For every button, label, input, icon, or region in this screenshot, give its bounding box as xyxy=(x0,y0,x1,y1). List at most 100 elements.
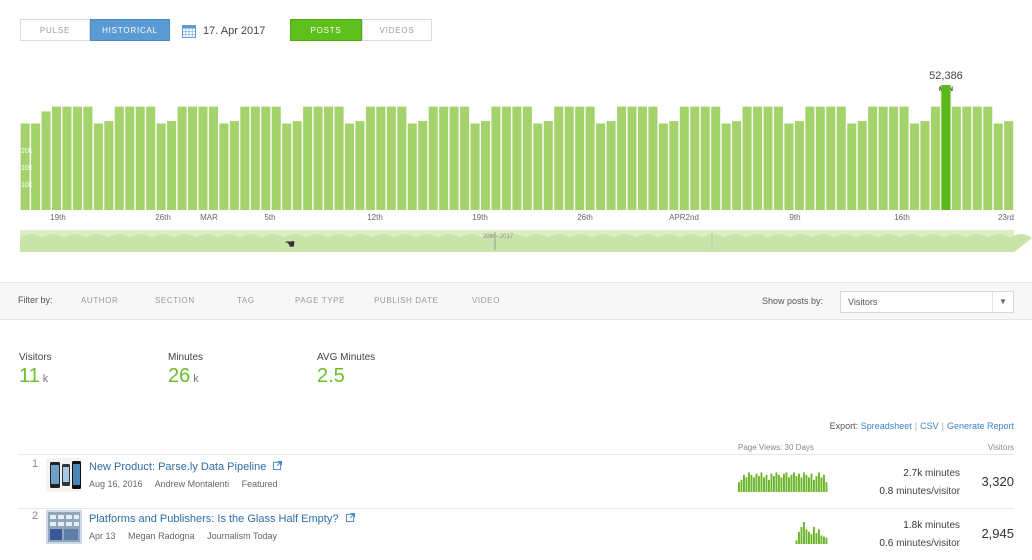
sparkline-bar xyxy=(803,472,805,492)
bar xyxy=(491,106,501,210)
sparkline-bar xyxy=(798,531,800,544)
date-picker[interactable]: 17. Apr 2017 xyxy=(182,20,265,42)
bar xyxy=(31,123,41,210)
sparkline-bar xyxy=(825,537,828,544)
sparkline-bar xyxy=(800,477,803,492)
bar xyxy=(72,106,82,210)
post-author-link[interactable]: Andrew Montalenti xyxy=(155,479,230,489)
stat-value: 11 xyxy=(19,365,40,387)
x-tick-label: 19th xyxy=(472,213,488,222)
bar xyxy=(564,106,574,210)
y-tick-label: 10k xyxy=(21,182,33,189)
generate-report-link[interactable]: Generate Report xyxy=(947,421,1014,431)
minutes-unit: minutes xyxy=(924,520,960,531)
external-link-icon[interactable] xyxy=(345,513,355,522)
videos-tab[interactable]: VIDEOS xyxy=(362,19,432,41)
bar xyxy=(104,121,114,210)
post-title-link[interactable]: New Product: Parse.ly Data Pipeline xyxy=(89,461,283,473)
page-views-column-header: Page Views: 30 Days xyxy=(738,443,814,452)
bar xyxy=(878,106,888,210)
mode-historical-button[interactable]: HISTORICAL xyxy=(90,19,170,41)
post-section-link[interactable]: Featured xyxy=(242,479,278,489)
sparkline-bar xyxy=(755,473,758,492)
sparkline-bar xyxy=(790,474,793,492)
filter-author[interactable]: AUTHOR xyxy=(81,296,118,305)
bar xyxy=(815,106,825,210)
sparkline-bar xyxy=(813,526,815,544)
divider xyxy=(18,508,1014,509)
post-thumbnail[interactable] xyxy=(46,458,82,492)
export-csv-link[interactable]: CSV xyxy=(920,421,939,431)
filter-section[interactable]: SECTION xyxy=(155,296,195,305)
bar xyxy=(606,121,616,210)
stat-label: Minutes xyxy=(168,352,204,363)
post-author-link[interactable]: Megan Radogna xyxy=(128,531,195,541)
sparkline-bar xyxy=(793,472,795,492)
stat-label: Visitors xyxy=(19,352,52,363)
bar xyxy=(376,106,386,210)
external-link-icon[interactable] xyxy=(273,461,283,470)
x-tick-label: 12th xyxy=(367,213,383,222)
chevron-down-icon[interactable]: ▼ xyxy=(992,292,1013,312)
sparkline-bar xyxy=(800,526,803,544)
bar xyxy=(794,121,804,210)
dashboard-header: PULSE HISTORICAL 17. Apr 2017 POSTS VIDE… xyxy=(0,0,1032,282)
filter-page-type[interactable]: PAGE TYPE xyxy=(295,296,345,305)
sparkline-bar xyxy=(753,477,755,492)
sparkline-bar xyxy=(818,472,820,492)
bar xyxy=(711,106,721,210)
bar xyxy=(637,106,647,210)
show-posts-select[interactable]: Visitors ▼ xyxy=(840,291,1014,313)
bar xyxy=(41,111,51,210)
stat-value: 2.5 xyxy=(317,365,345,387)
filter-tag[interactable]: TAG xyxy=(237,296,255,305)
sparkline-bar xyxy=(813,479,815,492)
y-tick-label: 20k xyxy=(21,148,33,155)
bar xyxy=(188,106,198,210)
bar xyxy=(690,106,700,210)
bar xyxy=(365,106,375,210)
bar xyxy=(261,106,271,210)
sparkline-bar xyxy=(780,477,783,492)
filter-video[interactable]: VIDEO xyxy=(472,296,500,305)
stat-unit: k xyxy=(193,373,199,385)
bar xyxy=(303,106,313,210)
bar xyxy=(313,106,323,210)
minutes-value: 1.8k xyxy=(903,520,923,531)
post-row[interactable]: 1 New Product: Parse.ly Data Pipeline Au… xyxy=(0,458,1032,508)
post-minutes: 2.7k minutes xyxy=(903,468,960,479)
post-section-link[interactable]: Journalism Today xyxy=(207,531,277,541)
post-avg-minutes: 0.8 minutes/visitor xyxy=(879,486,960,497)
calendar-icon xyxy=(182,25,196,38)
post-thumbnail[interactable] xyxy=(46,510,82,544)
post-title-link[interactable]: Platforms and Publishers: Is the Glass H… xyxy=(89,513,355,525)
sparkline-bar xyxy=(823,474,825,492)
visitors-column-header[interactable]: Visitors xyxy=(988,443,1014,452)
sparkline-bar xyxy=(743,474,745,492)
bar xyxy=(114,106,124,210)
bar xyxy=(428,106,438,210)
bar xyxy=(826,106,836,210)
bar xyxy=(407,123,417,210)
stat-minutes: Minutes 26 k xyxy=(168,352,203,388)
bar xyxy=(930,106,940,210)
filter-publish-date[interactable]: PUBLISH DATE xyxy=(374,296,438,305)
bar xyxy=(868,106,878,210)
sparkline-bar xyxy=(763,477,765,492)
mode-pulse-button[interactable]: PULSE xyxy=(20,19,90,41)
bar xyxy=(784,123,794,210)
stat-unit: k xyxy=(42,373,49,385)
posts-tab[interactable]: POSTS xyxy=(290,19,362,41)
bar xyxy=(324,106,334,210)
post-rank: 2 xyxy=(32,510,39,522)
bar xyxy=(219,123,229,210)
export-spreadsheet-link[interactable]: Spreadsheet xyxy=(861,421,912,431)
sparkline-bar xyxy=(823,536,825,544)
post-minutes: 1.8k minutes xyxy=(903,520,960,531)
bar xyxy=(501,106,511,210)
sparkline-bar xyxy=(803,522,805,544)
bar xyxy=(460,106,470,210)
post-title: New Product: Parse.ly Data Pipeline xyxy=(89,461,267,473)
post-row[interactable]: 2 Platforms and Publishers: Is the Glass… xyxy=(0,510,1032,560)
date-text: 17. Apr 2017 xyxy=(203,25,266,37)
